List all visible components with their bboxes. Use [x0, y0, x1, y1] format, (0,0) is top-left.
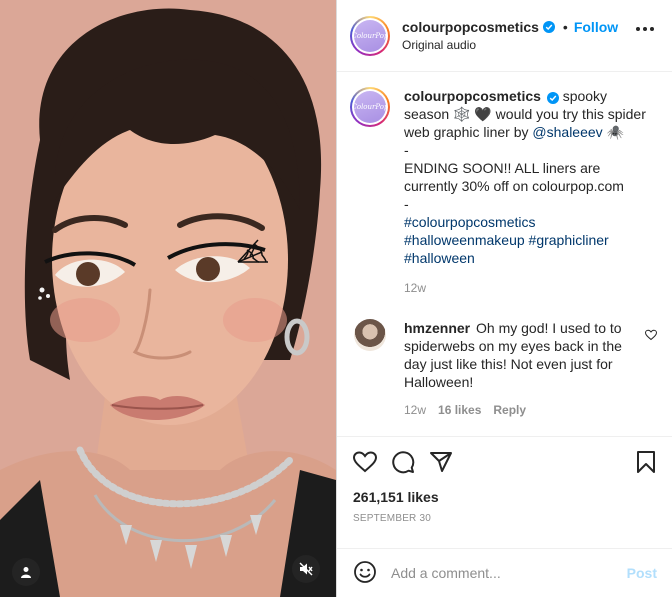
comment-like-heart-icon[interactable] — [645, 329, 657, 341]
user-tag-button[interactable] — [12, 558, 40, 586]
hashtag-link[interactable]: #halloween — [404, 249, 649, 267]
more-options-icon[interactable] — [636, 27, 654, 31]
share-icon[interactable] — [429, 450, 453, 474]
video-frame — [0, 0, 336, 597]
avatar-logo: ColourPop — [354, 91, 386, 123]
verified-badge-icon — [546, 92, 559, 104]
comment-username[interactable]: hmzenner — [404, 320, 470, 336]
comment-composer: Post — [337, 548, 672, 597]
mention-link[interactable]: @shaleeev — [532, 124, 602, 140]
iris-right — [196, 257, 220, 281]
user-icon — [21, 567, 31, 578]
follow-button[interactable]: Follow — [574, 19, 618, 35]
caption-sale-text: ENDING SOON!! ALL liners are currently 3… — [404, 160, 624, 194]
cheek-left — [50, 298, 120, 342]
post-media[interactable] — [0, 0, 336, 597]
comment-time[interactable]: 12w — [404, 401, 426, 419]
avatar-logo: ColourPop — [354, 19, 386, 52]
hashtag-link[interactable]: #graphicliner — [529, 232, 609, 248]
post-comment-button[interactable]: Post — [627, 565, 657, 581]
author-username[interactable]: colourpopcosmetics — [402, 19, 539, 35]
caption-avatar[interactable]: ColourPop — [350, 87, 390, 127]
comment-item: hmzenner Oh my god! I used to to spiderw… — [350, 319, 657, 419]
cheek-right — [223, 298, 287, 342]
author-avatar[interactable]: ColourPop — [350, 15, 390, 56]
caption-time[interactable]: 12w — [404, 279, 426, 297]
hashtag-link[interactable]: #halloweenmakeup — [404, 232, 525, 248]
caption-text-end: 🕷️ — [602, 124, 624, 140]
caption-username[interactable]: colourpopcosmetics — [404, 88, 541, 104]
likes-count[interactable]: 261,151 likes — [353, 489, 657, 505]
iris-left — [76, 262, 100, 286]
caption-meta: 12w — [404, 279, 649, 297]
reply-button[interactable]: Reply — [493, 401, 526, 419]
post-details-panel: ColourPop colourpopcosmetics • Follow Or… — [336, 0, 672, 597]
verified-badge-icon — [542, 21, 555, 33]
commenter-avatar[interactable] — [354, 319, 386, 351]
heart-icon[interactable] — [353, 450, 377, 474]
speaker-muted-icon — [299, 562, 313, 576]
comment-meta: 12w 16 likes Reply — [404, 401, 630, 419]
post-date[interactable]: SEPTEMBER 30 — [353, 513, 657, 524]
mute-button[interactable] — [292, 555, 320, 583]
caption-dash: - — [404, 196, 409, 212]
comment-icon[interactable] — [391, 450, 415, 474]
comment-input[interactable] — [391, 565, 627, 581]
comment-likes[interactable]: 16 likes — [438, 401, 481, 419]
post-header: ColourPop colourpopcosmetics • Follow Or… — [337, 0, 672, 72]
hashtag-link[interactable]: #colourpopcosmetics — [404, 213, 649, 231]
audio-link[interactable]: Original audio — [402, 38, 618, 52]
separator-dot: • — [562, 19, 568, 35]
caption-dash: - — [404, 142, 409, 158]
bookmark-icon[interactable] — [635, 450, 657, 474]
caption: ColourPop colourpopcosmetics spooky seas… — [350, 87, 657, 297]
comments-list[interactable]: ColourPop colourpopcosmetics spooky seas… — [337, 73, 672, 435]
emoji-icon[interactable] — [353, 560, 377, 587]
post-actions: 261,151 likes SEPTEMBER 30 — [337, 436, 672, 524]
